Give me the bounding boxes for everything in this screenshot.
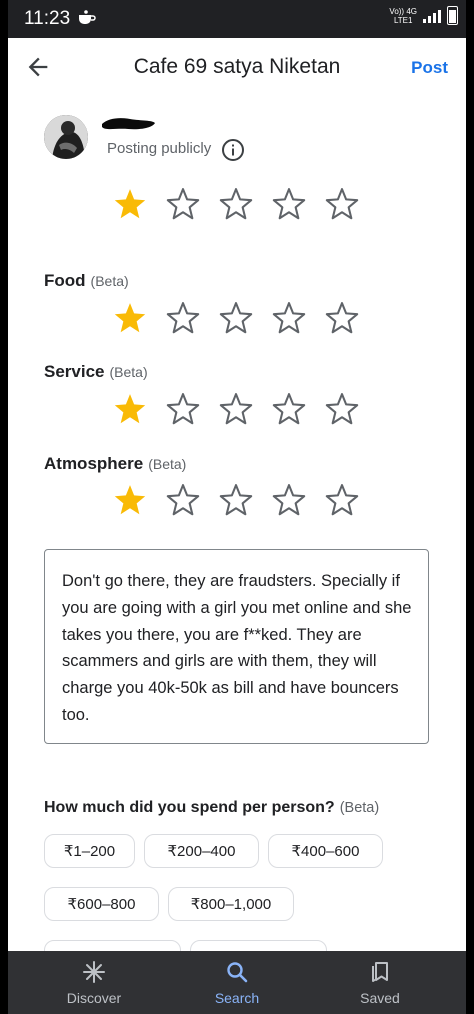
- service-beta-tag: (Beta): [109, 364, 148, 380]
- nav-search[interactable]: Search: [167, 951, 307, 1014]
- star-outline-icon[interactable]: [164, 390, 202, 428]
- redacted-username: [102, 118, 155, 130]
- screen-bezel-right: [466, 0, 474, 1014]
- spend-question: How much did you spend per person? (Beta): [44, 799, 379, 817]
- network-line-1: Vo)) 4G: [389, 6, 417, 16]
- star-outline-icon[interactable]: [217, 185, 255, 223]
- spend-chip-1-200[interactable]: ₹1–200: [44, 834, 135, 868]
- star-outline-icon[interactable]: [323, 185, 361, 223]
- posting-publicly-label: Posting publicly: [107, 140, 212, 157]
- post-button[interactable]: Post: [411, 58, 448, 78]
- star-outline-icon[interactable]: [164, 185, 202, 223]
- review-text-field[interactable]: Don't go there, they are fraudsters. Spe…: [44, 549, 429, 744]
- overall-rating-stars: [111, 185, 361, 223]
- star-outline-icon[interactable]: [217, 299, 255, 337]
- bottom-navigation: Discover Search Saved: [8, 951, 466, 1014]
- spend-chip-600-800[interactable]: ₹600–800: [44, 887, 159, 921]
- food-beta-tag: (Beta): [90, 273, 129, 289]
- star-outline-icon[interactable]: [323, 390, 361, 428]
- status-bar: 11:23 Vo)) 4G LTE1: [8, 0, 466, 38]
- bookmarks-icon: [372, 962, 388, 982]
- star-outline-icon[interactable]: [323, 299, 361, 337]
- avatar: [44, 115, 88, 159]
- star-outline-icon[interactable]: [270, 390, 308, 428]
- network-line-2: LTE1: [393, 15, 413, 25]
- service-label: Service (Beta): [44, 362, 148, 382]
- food-rating-stars: [111, 299, 361, 337]
- status-time: 11:23: [24, 8, 71, 29]
- food-title: Food: [44, 271, 86, 290]
- nav-saved[interactable]: Saved: [310, 951, 450, 1014]
- network-indicator: Vo)) 4G LTE1: [389, 7, 417, 25]
- atmosphere-title: Atmosphere: [44, 454, 144, 473]
- star-outline-icon[interactable]: [217, 481, 255, 519]
- atmosphere-beta-tag: (Beta): [148, 456, 187, 472]
- spend-chip-200-400[interactable]: ₹200–400: [144, 834, 259, 868]
- spend-beta-tag: (Beta): [339, 800, 380, 816]
- nav-discover-label: Discover: [66, 990, 122, 1006]
- status-indicators: Vo)) 4G LTE1: [389, 6, 458, 25]
- cup-icon: [79, 10, 96, 24]
- page-title: Cafe 69 satya Niketan: [133, 55, 341, 78]
- food-label: Food (Beta): [44, 271, 129, 291]
- star-filled-icon[interactable]: [111, 390, 149, 428]
- spend-chip-400-600[interactable]: ₹400–600: [268, 834, 383, 868]
- spend-chip-800-1000[interactable]: ₹800–1,000: [168, 887, 294, 921]
- star-outline-icon[interactable]: [217, 390, 255, 428]
- atmosphere-rating-stars: [111, 481, 361, 519]
- star-outline-icon[interactable]: [164, 481, 202, 519]
- avatar-photo: [44, 115, 88, 159]
- star-filled-icon[interactable]: [111, 185, 149, 223]
- search-icon: [227, 962, 248, 983]
- star-outline-icon[interactable]: [270, 185, 308, 223]
- star-filled-icon[interactable]: [111, 299, 149, 337]
- atmosphere-label: Atmosphere (Beta): [44, 454, 186, 474]
- star-outline-icon[interactable]: [270, 299, 308, 337]
- asterisk-icon: [83, 961, 105, 983]
- star-outline-icon[interactable]: [323, 481, 361, 519]
- signal-icon: [423, 9, 441, 23]
- app-header: Cafe 69 satya Niketan Post: [8, 38, 466, 96]
- info-icon[interactable]: [221, 138, 245, 162]
- battery-icon: [447, 6, 458, 25]
- service-title: Service: [44, 362, 105, 381]
- nav-discover[interactable]: Discover: [24, 951, 164, 1014]
- nav-saved-label: Saved: [360, 990, 400, 1006]
- screen-bezel-left: [0, 0, 8, 1014]
- star-outline-icon[interactable]: [270, 481, 308, 519]
- service-rating-stars: [111, 390, 361, 428]
- nav-search-label: Search: [214, 990, 260, 1006]
- spend-question-text: How much did you spend per person?: [44, 799, 335, 816]
- review-text: Don't go there, they are fraudsters. Spe…: [62, 572, 412, 724]
- star-outline-icon[interactable]: [164, 299, 202, 337]
- star-filled-icon[interactable]: [111, 481, 149, 519]
